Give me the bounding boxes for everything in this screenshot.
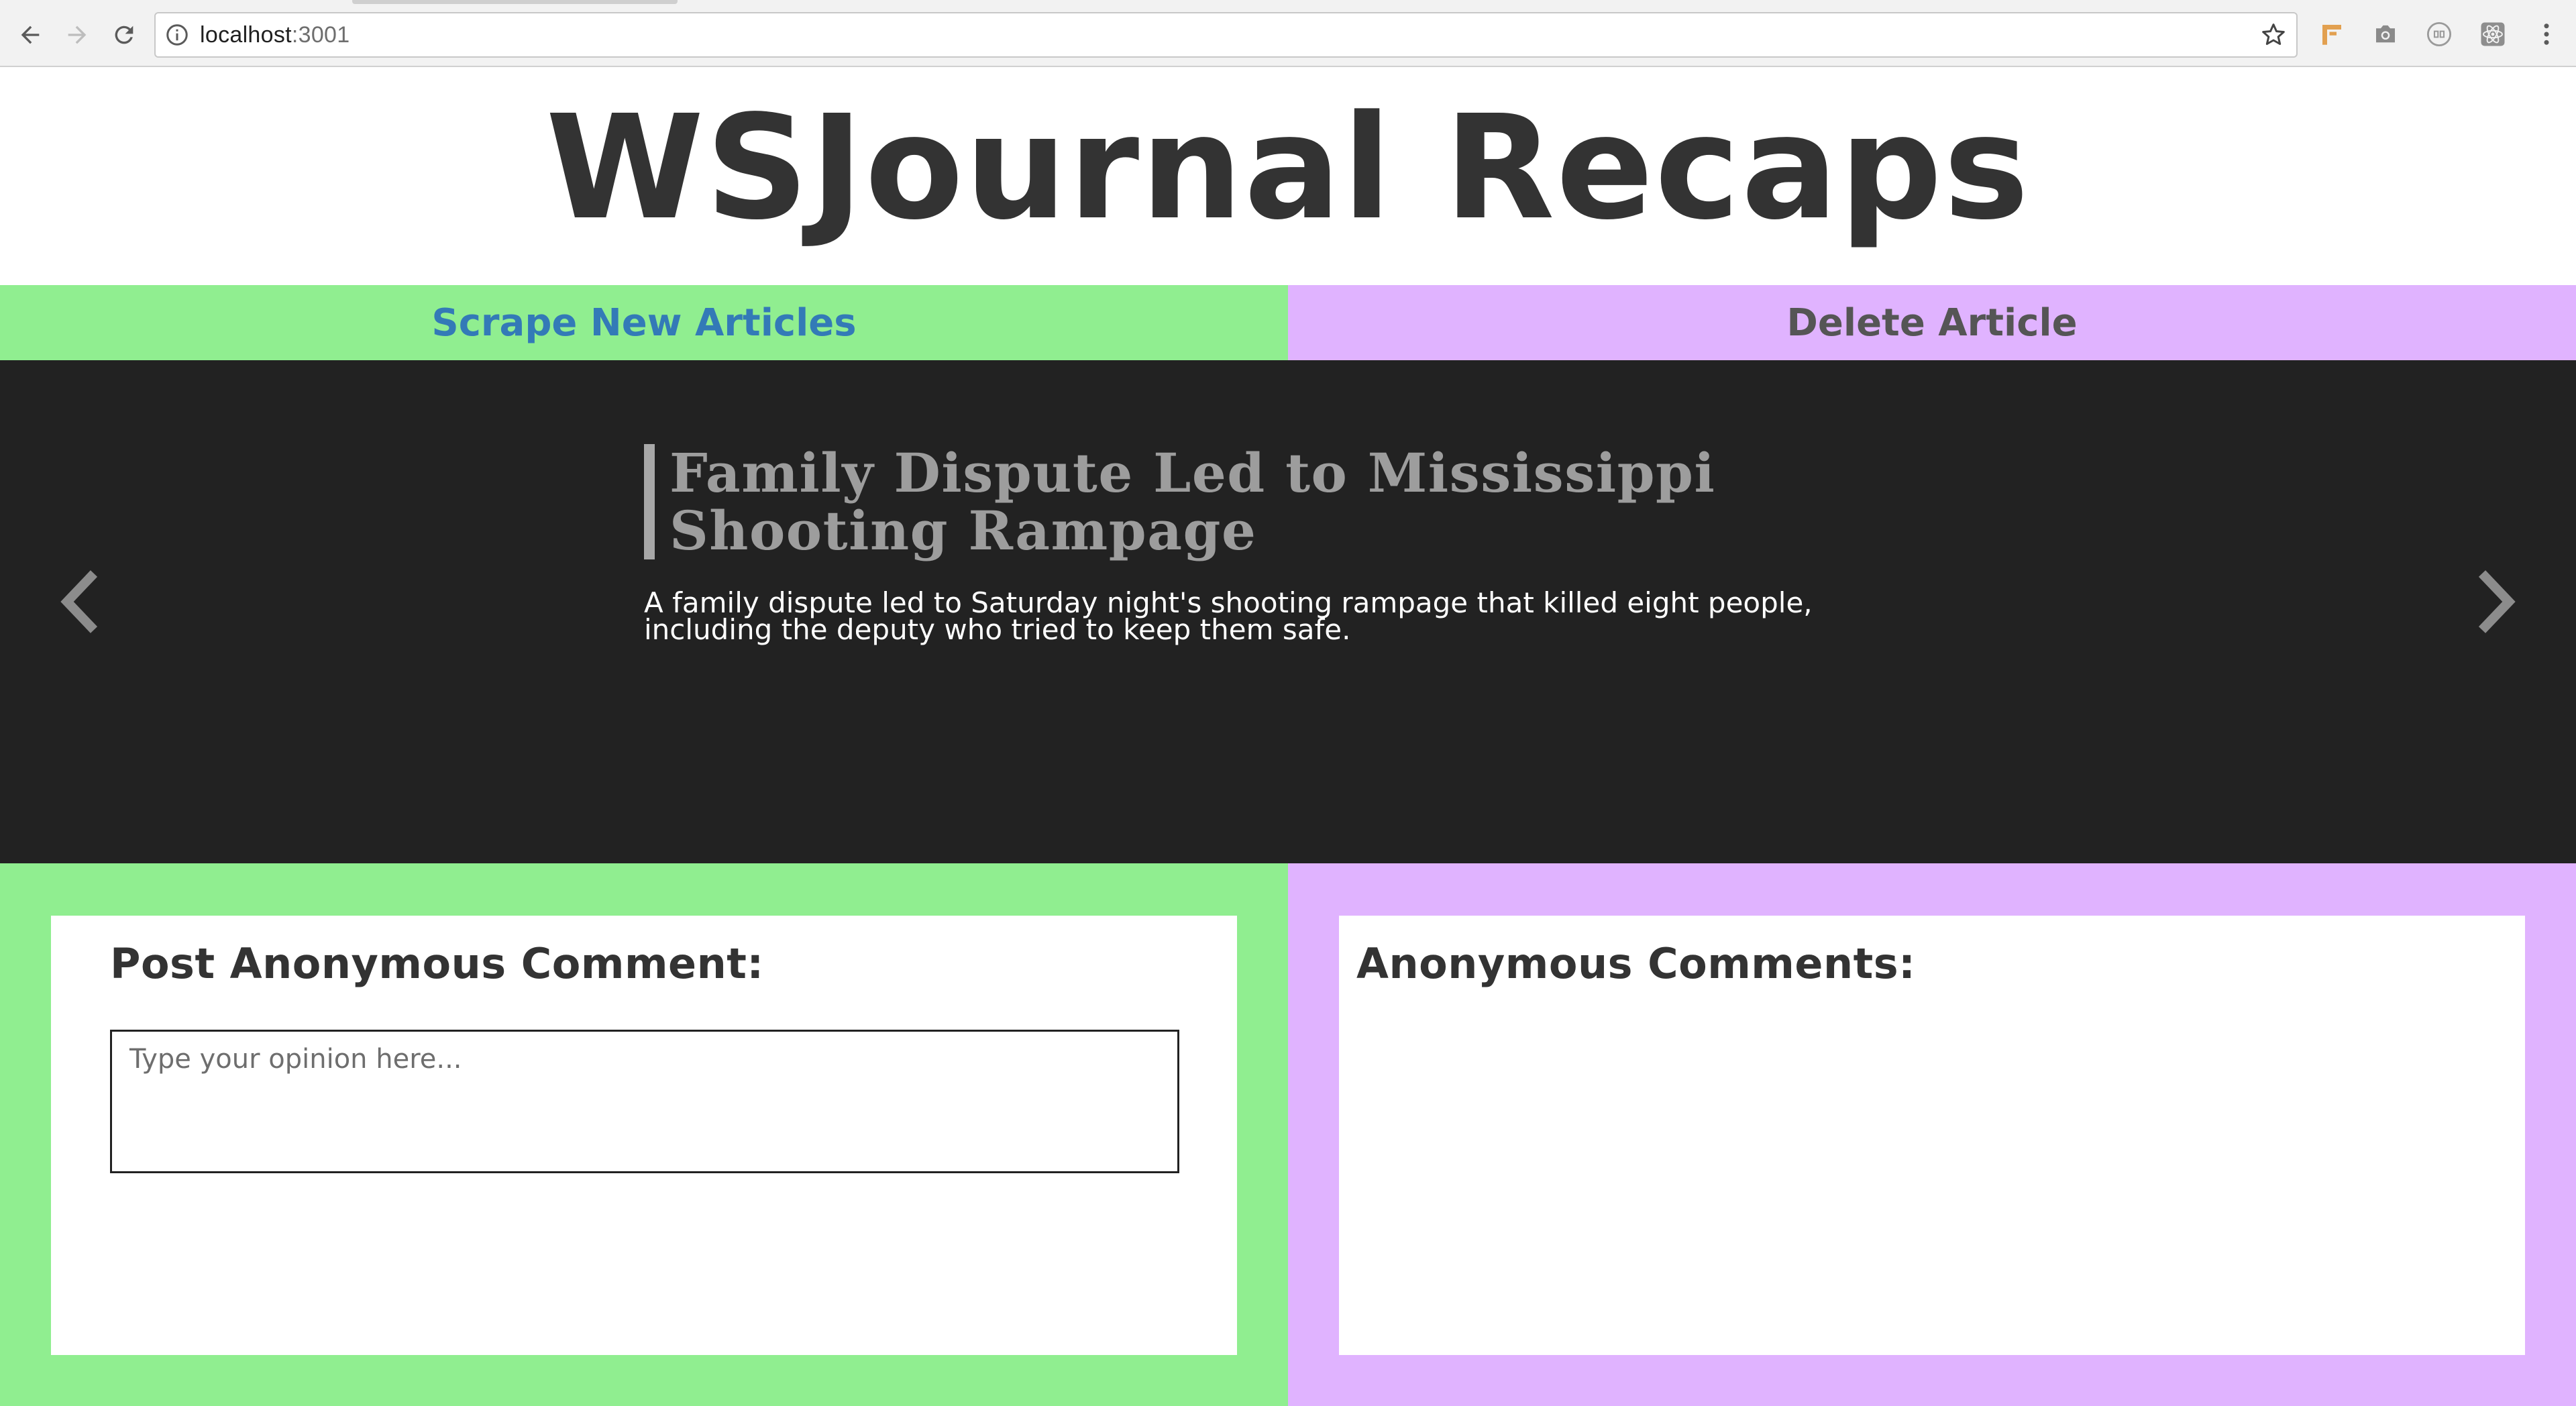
- anonymous-comments-card: Anonymous Comments:: [1339, 916, 2525, 1355]
- forward-arrow-icon[interactable]: [60, 18, 94, 52]
- comments-list: [1356, 1010, 2508, 1338]
- carousel-prev-button[interactable]: [50, 561, 111, 642]
- kebab-menu-icon[interactable]: [2532, 20, 2561, 48]
- active-tab-indicator[interactable]: [352, 0, 678, 4]
- url-text[interactable]: localhost:3001: [200, 13, 350, 56]
- url-host: localhost: [200, 22, 292, 48]
- reload-icon[interactable]: [107, 18, 141, 52]
- address-bar[interactable]: localhost:3001: [154, 12, 2298, 58]
- anonymous-comments-heading: Anonymous Comments:: [1356, 939, 1916, 988]
- comment-input[interactable]: [110, 1030, 1179, 1173]
- article-title-blockquote: Family Dispute Led to Mississippi Shooti…: [644, 444, 1885, 559]
- carousel-next-button[interactable]: [2465, 561, 2526, 642]
- react-devtools-icon[interactable]: [2479, 20, 2507, 48]
- ghostery-icon[interactable]: [2425, 20, 2453, 48]
- site-title: WSJournal Recaps: [545, 85, 2031, 252]
- article-carousel: Family Dispute Led to Mississippi Shooti…: [0, 360, 2576, 863]
- article-title[interactable]: Family Dispute Led to Mississippi Shooti…: [669, 444, 1885, 559]
- camera-icon[interactable]: [2371, 20, 2400, 48]
- url-port: :3001: [291, 22, 350, 48]
- scrape-new-articles-button[interactable]: Scrape New Articles: [0, 285, 1288, 360]
- post-comment-heading: Post Anonymous Comment:: [110, 939, 764, 988]
- article-summary: A family dispute led to Saturday night's…: [644, 586, 1813, 646]
- info-icon[interactable]: [165, 23, 189, 47]
- back-arrow-icon[interactable]: [13, 18, 47, 52]
- delete-article-button[interactable]: Delete Article: [1288, 285, 2576, 360]
- browser-toolbar: localhost:3001: [0, 0, 2576, 67]
- star-icon[interactable]: [2260, 21, 2287, 48]
- post-comment-card: Post Anonymous Comment:: [51, 916, 1237, 1355]
- chevron-left-icon: [60, 570, 98, 633]
- bookmark-extension-icon[interactable]: [2318, 20, 2346, 48]
- chevron-right-icon: [2478, 570, 2516, 633]
